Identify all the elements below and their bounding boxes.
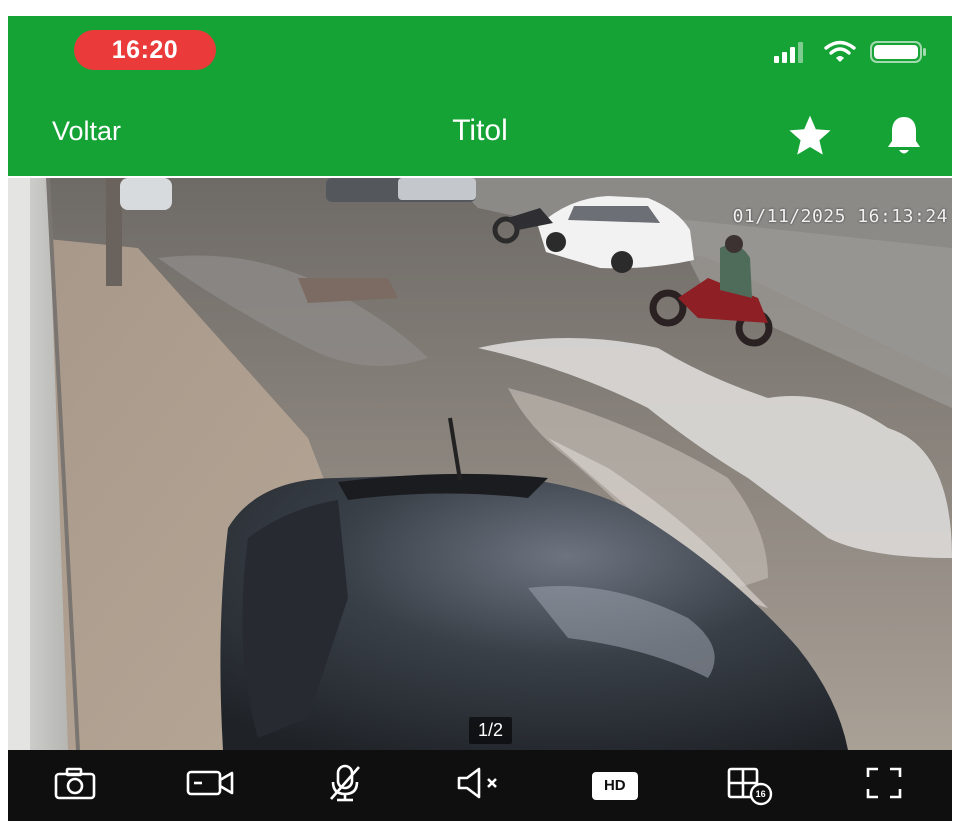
signal-icon bbox=[774, 41, 810, 68]
hd-label: HD bbox=[603, 777, 626, 794]
split-count: 16 bbox=[755, 788, 766, 799]
nav-bar: Voltar Titol bbox=[8, 104, 952, 166]
hd-icon: HD bbox=[591, 771, 639, 801]
camera-scene-image bbox=[8, 178, 952, 750]
speaker-mute-icon bbox=[455, 766, 505, 805]
status-icons bbox=[774, 40, 928, 69]
audio-toggle-button[interactable] bbox=[452, 761, 508, 811]
multi-screen-icon: 16 bbox=[726, 766, 774, 806]
status-bar: 16:20 bbox=[8, 16, 952, 86]
split-screen-button[interactable]: 16 bbox=[722, 761, 778, 811]
camera-icon bbox=[53, 766, 97, 805]
record-button[interactable] bbox=[182, 761, 238, 811]
status-time: 16:20 bbox=[74, 30, 216, 70]
nav-actions bbox=[786, 114, 924, 163]
green-header: 16:20 Voltar Titol bbox=[8, 16, 952, 176]
fullscreen-icon bbox=[864, 765, 904, 806]
video-timestamp: 01/11/2025 16:13:24 bbox=[732, 206, 948, 227]
record-icon bbox=[185, 768, 235, 803]
mic-toggle-button[interactable] bbox=[317, 761, 373, 811]
app-screen: 16:20 Voltar Titol 01/11/2025 16:13:24 1… bbox=[0, 0, 960, 821]
hd-toggle-button[interactable]: HD bbox=[587, 761, 643, 811]
back-button[interactable]: Voltar bbox=[52, 116, 121, 147]
star-icon[interactable] bbox=[786, 114, 834, 163]
camera-feed[interactable]: 01/11/2025 16:13:24 1/2 bbox=[8, 178, 952, 750]
player-toolbar: HD 16 bbox=[8, 750, 952, 821]
wifi-icon bbox=[824, 40, 856, 69]
page-indicator: 1/2 bbox=[469, 717, 513, 744]
fullscreen-button[interactable] bbox=[856, 761, 912, 811]
mic-off-icon bbox=[327, 763, 363, 808]
snapshot-button[interactable] bbox=[47, 761, 103, 811]
battery-icon bbox=[870, 40, 928, 69]
bell-icon[interactable] bbox=[884, 114, 924, 163]
